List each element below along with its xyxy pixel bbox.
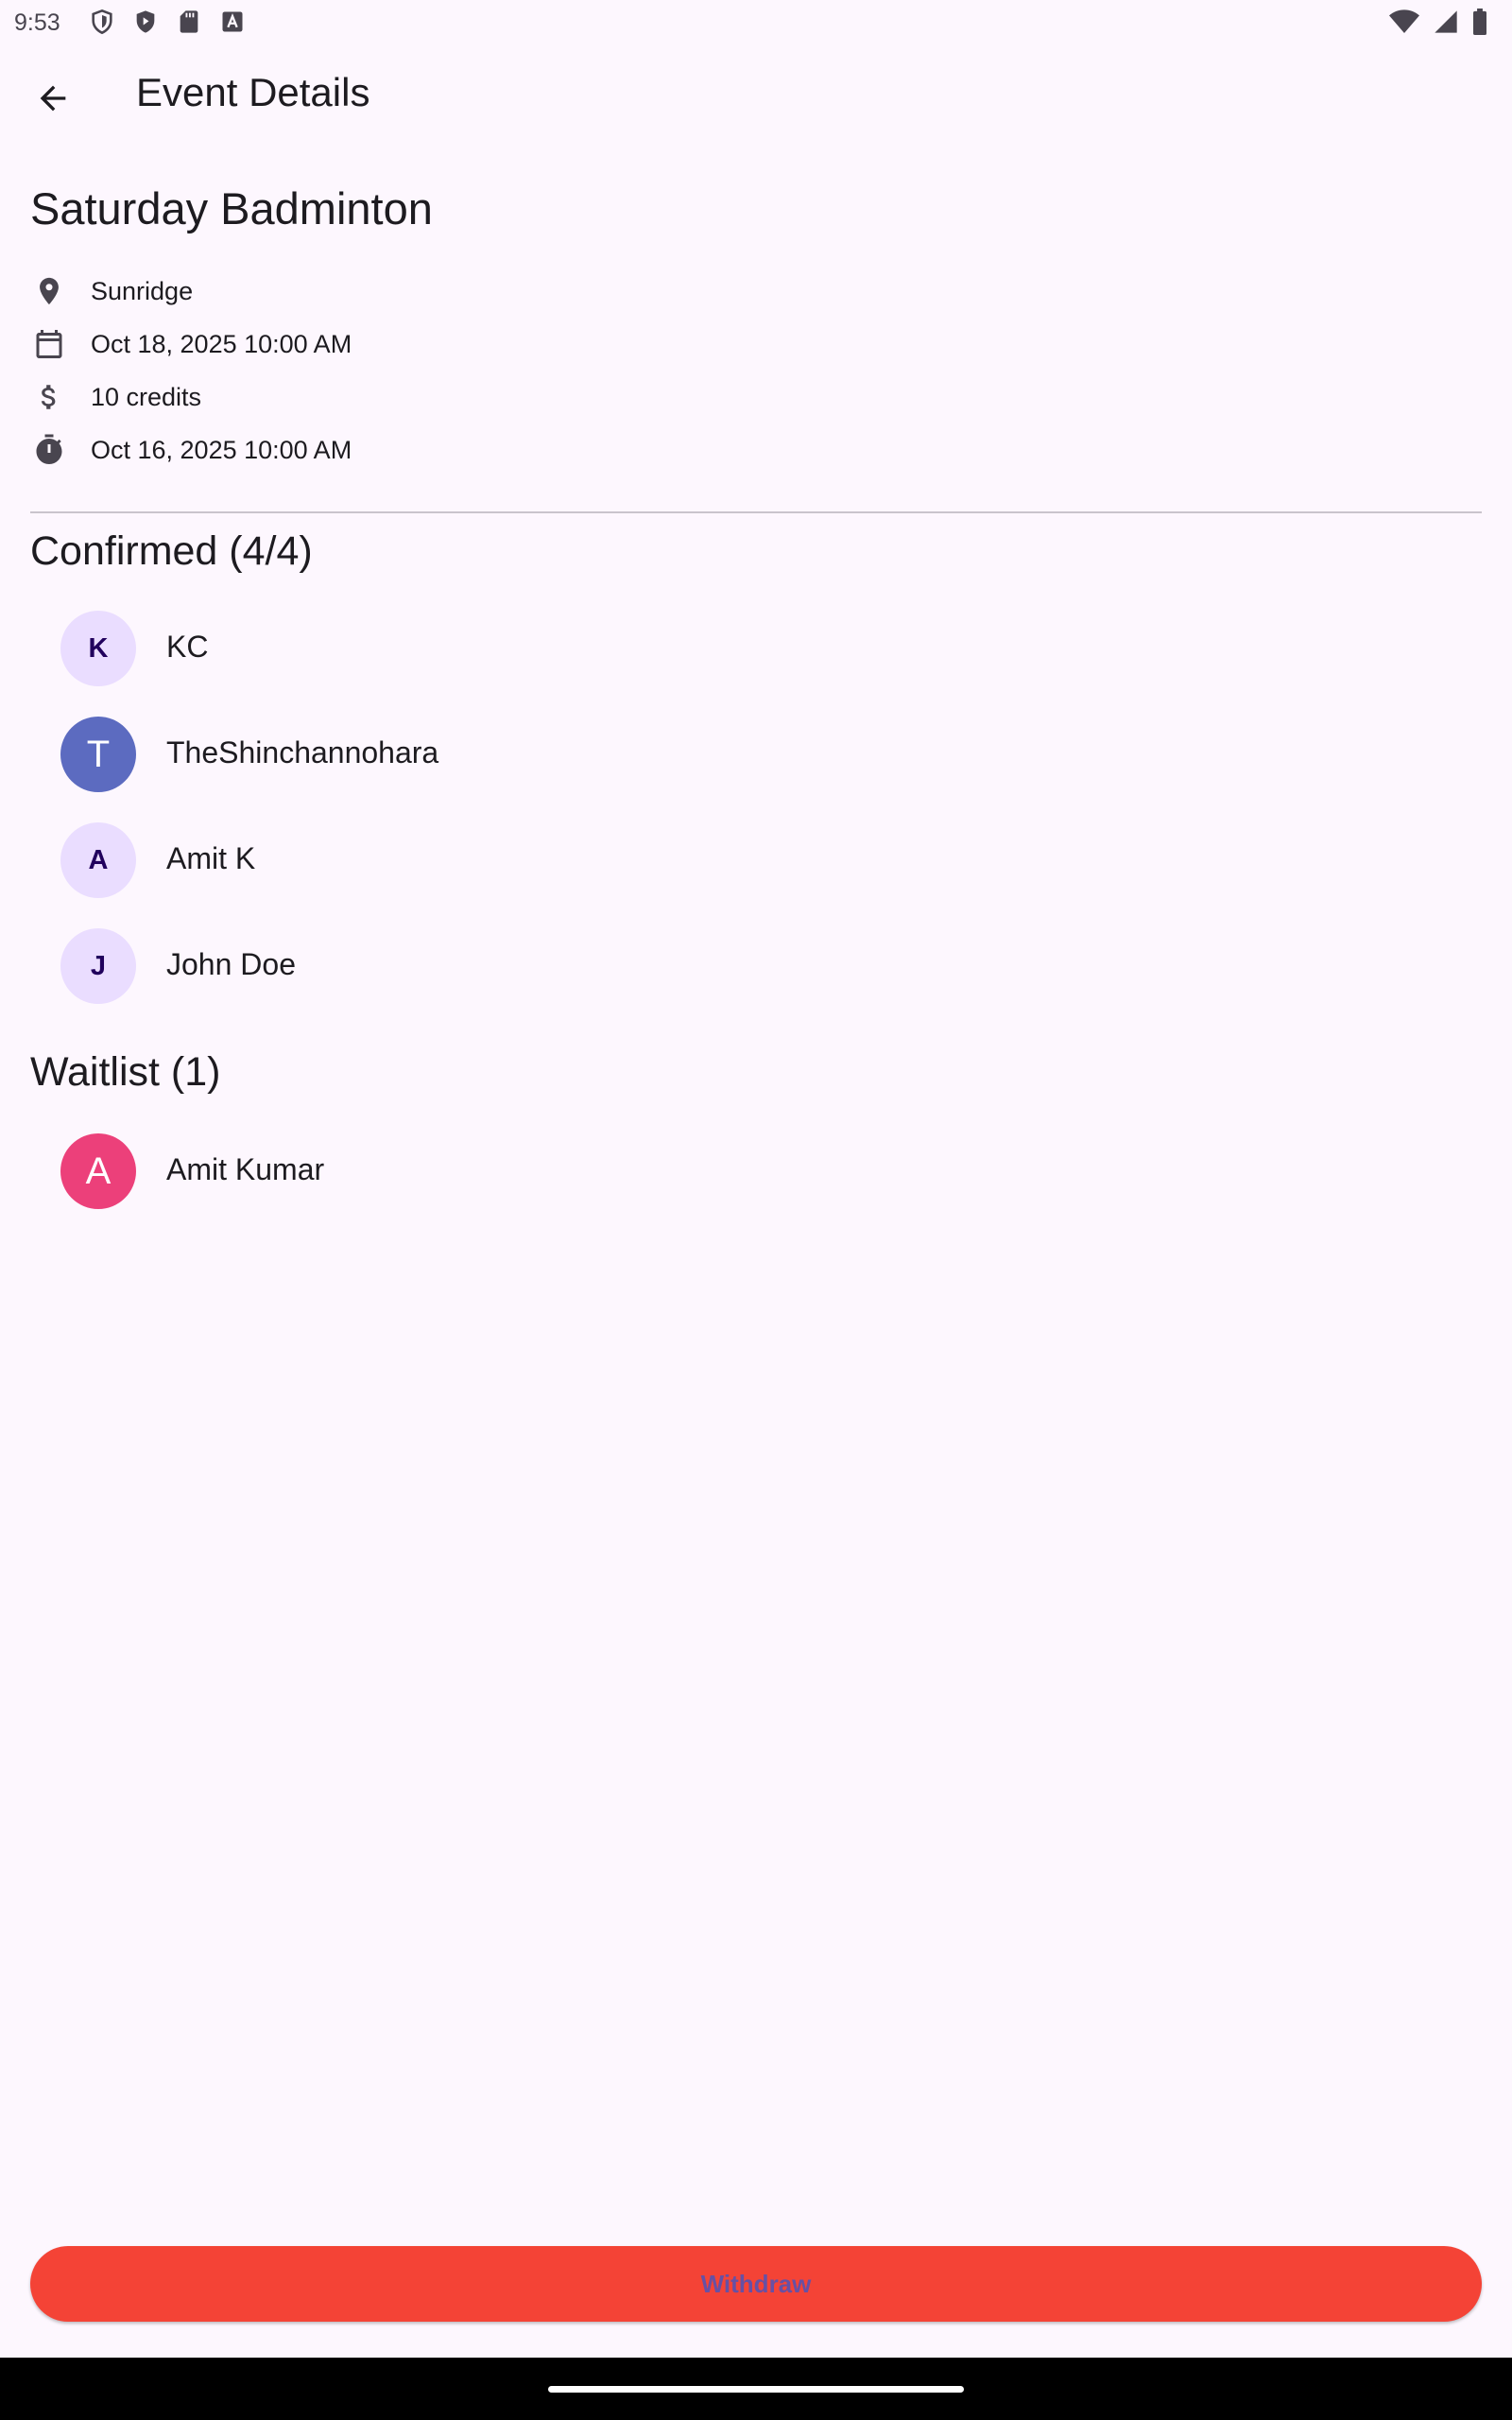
cost-text: 10 credits <box>91 382 202 411</box>
confirmed-list-item: J John Doe <box>30 917 1482 1015</box>
confirmed-list-item: T TheShinchannohara <box>30 705 1482 804</box>
waitlist-list-item: A Amit Kumar <box>30 1122 1482 1220</box>
location-pin-icon <box>30 272 68 310</box>
withdraw-button[interactable]: Withdraw <box>30 2246 1482 2322</box>
avatar: K <box>60 611 136 686</box>
avatar: A <box>60 1133 136 1209</box>
calendar-icon <box>30 325 68 363</box>
person-name: KC <box>166 630 209 664</box>
wifi-icon <box>1389 9 1419 34</box>
deadline-text: Oct 16, 2025 10:00 AM <box>91 435 352 464</box>
cost-row: 10 credits <box>30 376 201 418</box>
status-bar: 9:53 <box>0 0 1512 47</box>
withdraw-label: Withdraw <box>700 2269 812 2298</box>
system-nav-bar <box>0 2358 1512 2420</box>
confirmed-list-item: K KC <box>30 599 1482 698</box>
play-protect-icon <box>136 10 155 33</box>
app-bar: Event Details <box>0 47 1512 147</box>
person-name: John Doe <box>166 947 296 981</box>
avatar: T <box>60 717 136 792</box>
avatar: A <box>60 822 136 898</box>
home-handle[interactable] <box>548 2386 964 2393</box>
avatar: J <box>60 928 136 1004</box>
location-row: Sunridge <box>30 270 193 312</box>
status-time: 9:53 <box>14 9 60 36</box>
status-icons-left <box>89 9 246 35</box>
back-button[interactable] <box>19 74 87 123</box>
page-title: Event Details <box>136 70 370 114</box>
person-name: Amit Kumar <box>166 1152 325 1186</box>
deadline-row: Oct 16, 2025 10:00 AM <box>30 429 352 471</box>
event-date-row: Oct 18, 2025 10:00 AM <box>30 323 352 365</box>
signal-icon <box>1435 10 1457 33</box>
waitlist-title: Waitlist (1) <box>30 1049 221 1095</box>
arrow-back-icon <box>40 85 66 112</box>
location-text: Sunridge <box>91 276 194 305</box>
divider <box>30 511 1482 513</box>
app-icon <box>222 11 243 32</box>
shield-icon <box>92 9 112 35</box>
event-date-text: Oct 18, 2025 10:00 AM <box>91 329 352 358</box>
event-name: Saturday Badminton <box>30 183 433 233</box>
person-name: TheShinchannohara <box>166 735 439 769</box>
timer-icon <box>30 431 68 469</box>
dollar-icon <box>30 378 68 416</box>
person-name: Amit K <box>166 841 256 875</box>
confirmed-title: Confirmed (4/4) <box>30 528 313 574</box>
battery-icon <box>1473 9 1486 35</box>
status-icons-right <box>1389 9 1487 35</box>
sd-card-icon <box>180 10 198 33</box>
confirmed-list-item: A Amit K <box>30 811 1482 909</box>
